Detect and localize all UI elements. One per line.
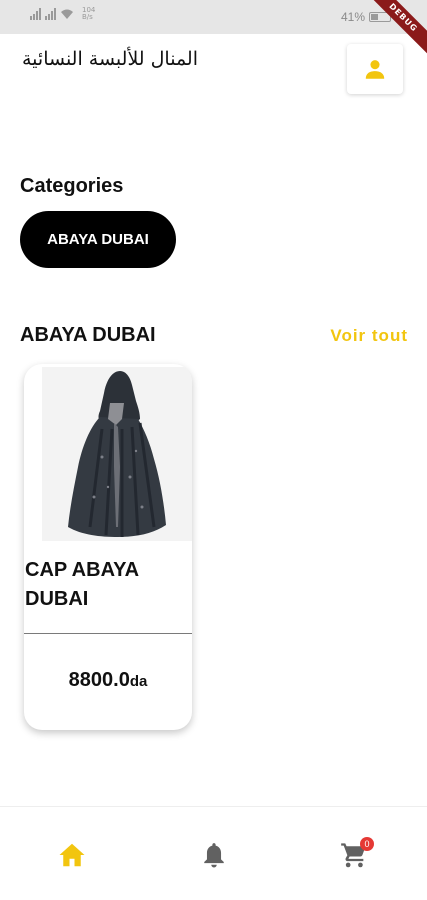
product-name: CAP ABAYA DUBAI [25,559,139,610]
person-icon [365,60,385,79]
battery-percent: 41% [340,10,365,24]
bottom-nav: 0 [0,806,427,900]
category-chip-abaya-dubai[interactable]: ABAYA DUBAI [20,211,176,268]
home-icon [59,843,85,867]
price-currency: da [129,673,148,690]
status-bar: 104 B/s 41% [0,0,427,34]
product-section-heading: ABAYA DUBAI [20,324,156,346]
price-amount: 8800.0 [68,669,130,691]
bell-icon [204,843,224,868]
card-divider [24,633,192,634]
signal-icon-2 [45,8,56,20]
net-speed-unit: B/s [82,13,93,21]
abaya-image [42,367,192,541]
account-button[interactable] [347,44,403,94]
nav-home[interactable] [52,837,92,873]
status-left-icons: 104 B/s [30,7,95,21]
signal-icon [30,8,41,20]
nav-cart[interactable]: 0 [334,837,374,873]
see-all-link[interactable]: Voir tout [330,326,408,346]
net-speed: 104 B/s [82,7,95,21]
product-image [42,367,192,541]
product-price: 8800.0da [24,669,192,692]
cart-badge: 0 [360,837,374,851]
nav-notifications[interactable] [194,837,234,873]
product-card[interactable]: CAP ABAYA DUBAI 8800.0da [24,364,192,730]
battery-fill [371,14,378,20]
categories-heading: Categories [20,175,124,197]
wifi-icon [61,9,73,19]
app-title: المنال للألبسة النسائية [22,48,198,70]
